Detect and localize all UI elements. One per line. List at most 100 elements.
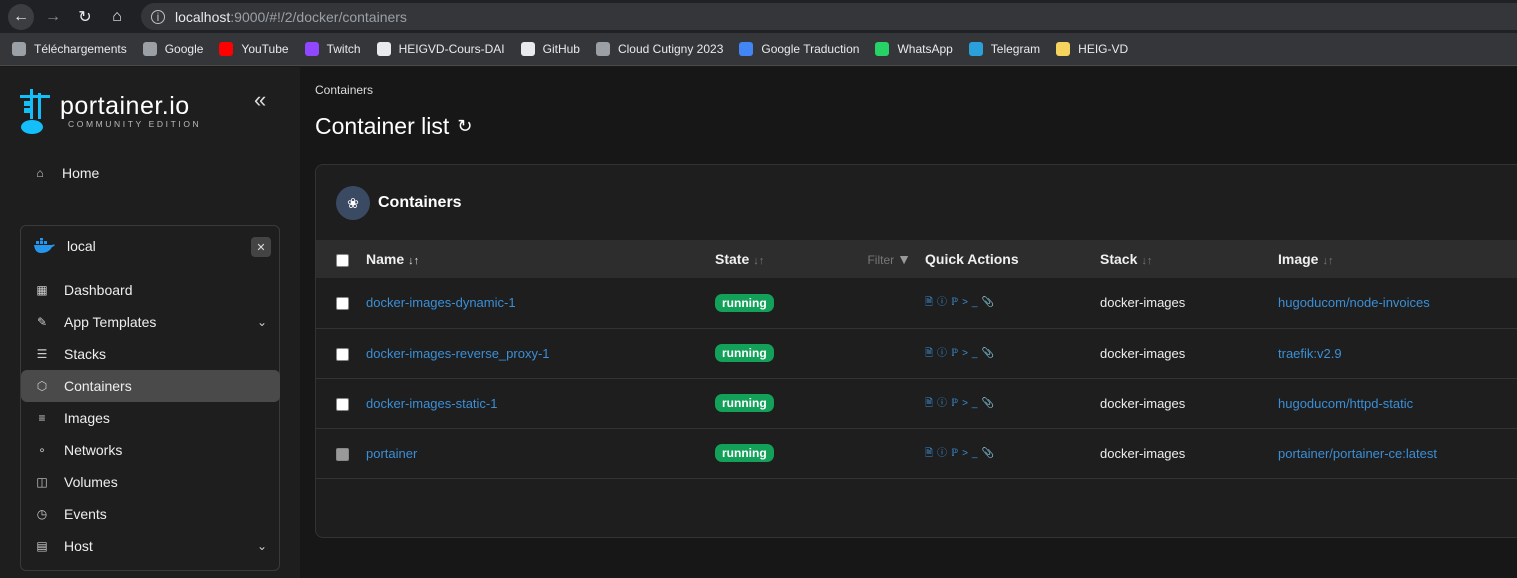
panel-title: Containers [378,194,462,211]
image-link[interactable]: portainer/portainer-ce:latest [1278,446,1437,461]
console-icon[interactable]: >_ [962,297,981,308]
stack-name: docker-images [1100,445,1186,461]
sidebar-item-networks[interactable]: ∘ Networks [21,434,281,466]
console-icon[interactable]: >_ [962,448,981,459]
stats-icon[interactable]: ℙ [951,348,962,359]
stats-icon[interactable]: ℙ [951,398,962,409]
filter-icon: ▼ [897,251,911,267]
table-row: docker-images-dynamic-1 running 🗎ⓘℙ>_📎 dock… [316,278,1517,329]
bookmark-item[interactable]: HEIGVD-Cours-DAI [376,42,505,56]
column-name[interactable]: Name ↓↑ [366,240,715,278]
home-icon[interactable]: ⌂ [104,4,130,30]
environment-header: local [33,238,96,254]
bookmark-item[interactable]: GitHub [520,42,580,56]
sidebar-item-images[interactable]: ≡ Images [21,402,281,434]
container-name-link[interactable]: portainer [366,446,417,461]
bookmark-label: HEIG-VD [1078,42,1129,56]
translate-icon [739,42,754,56]
sidebar-item-dashboard[interactable]: ▦ Dashboard [21,274,281,306]
chevron-down-icon[interactable]: ⌄ [257,315,267,329]
bookmark-label: GitHub [542,42,580,56]
quick-actions: 🗎ⓘℙ>_📎 [925,398,998,409]
telegram-icon [968,42,983,56]
stats-icon[interactable]: ℙ [951,448,962,459]
reload-icon[interactable]: ↻ [72,4,98,30]
console-icon[interactable]: >_ [962,398,981,409]
chevron-down-icon[interactable]: ⌄ [257,539,267,553]
stats-icon[interactable]: ℙ [951,297,962,308]
forward-icon[interactable]: → [40,4,66,30]
attach-icon[interactable]: 📎 [981,297,997,308]
environment-panel: local ✕ ▦ Dashboard ✎ App Templates ⌄ ☰ Stacks… [20,225,280,571]
image-link[interactable]: hugoducom/node-invoices [1278,295,1430,310]
bookmark-item[interactable]: Cloud Cutigny 2023 [595,42,723,56]
box-icon: ⬡ [36,379,48,393]
inspect-icon[interactable]: ⓘ [937,348,951,359]
bookmark-item[interactable]: Twitch [304,42,361,56]
whatsapp-icon [875,42,890,56]
browser-toolbar: ← → ↻ ⌂ i localhost:9000/#!/2/docker/con… [0,0,1517,33]
sidebar-item-volumes[interactable]: ◫ Volumes [21,466,281,498]
attach-icon[interactable]: 📎 [981,448,997,459]
url-host: localhost [175,8,231,25]
status-badge: running [715,444,774,462]
sidebar-item-containers[interactable]: ⬡ Containers [21,370,280,402]
sort-icon: ↓↑ [753,255,765,267]
logs-icon[interactable]: 🗎 [925,448,937,459]
inspect-icon[interactable]: ⓘ [937,297,951,308]
containers-panel: ❀ Containers Name ↓↑ State ↓↑ Filter ▼ Quic… [315,164,1517,538]
attach-icon[interactable]: 📎 [981,348,997,359]
sidebar-item-home[interactable]: ⌂ Home [32,165,99,181]
bookmark-label: Twitch [326,42,361,56]
bookmark-item[interactable]: Téléchargements [12,42,127,56]
inspect-icon[interactable]: ⓘ [937,398,951,409]
back-icon[interactable]: ← [8,3,34,30]
portainer-logo-icon [20,89,50,134]
address-bar[interactable]: i localhost:9000/#!/2/docker/containers [141,3,1517,30]
attach-icon[interactable]: 📎 [981,398,997,409]
bookmark-item[interactable]: HEIG-VD [1056,42,1128,56]
sidebar-item-events[interactable]: ◷ Events [21,498,281,530]
sidebar-item-label: Images [64,410,110,426]
bookmark-item[interactable]: Google Traduction [739,42,859,56]
console-icon[interactable]: >_ [962,348,981,359]
column-stack[interactable]: Stack ↓↑ [1100,240,1278,278]
row-checkbox[interactable] [336,347,349,361]
image-link[interactable]: hugoducom/httpd-static [1278,396,1413,411]
row-checkbox[interactable] [336,297,349,311]
table-row: docker-images-static-1 running 🗎ⓘℙ>_📎 docke… [316,378,1517,429]
breadcrumb[interactable]: Containers [315,83,373,97]
container-name-link[interactable]: docker-images-reverse_proxy-1 [366,346,550,361]
container-name-link[interactable]: docker-images-dynamic-1 [366,295,516,310]
sidebar-item-host[interactable]: ▤ Host ⌄ [21,530,281,562]
inspect-icon[interactable]: ⓘ [937,448,951,459]
container-name-link[interactable]: docker-images-static-1 [366,396,498,411]
bookmark-item[interactable]: YouTube [219,42,289,56]
close-environment-button[interactable]: ✕ [251,237,271,257]
bookmark-item[interactable]: Google [142,42,203,56]
portainer-logo[interactable]: portainer.io COMMUNITY EDITION [18,87,201,135]
logs-icon[interactable]: 🗎 [925,398,937,409]
page-title-text: Container list [315,113,450,139]
select-all-checkbox[interactable] [336,253,349,267]
row-checkbox[interactable] [336,397,349,411]
logs-icon[interactable]: 🗎 [925,348,937,359]
sidebar-item-app-templates[interactable]: ✎ App Templates ⌄ [21,306,281,338]
state-filter[interactable]: Filter ▼ [855,240,925,278]
stack-name: docker-images [1100,295,1186,311]
main-content: Containers Container list ↻ ❀ Containers… [300,67,1517,578]
sidebar-item-stacks[interactable]: ☰ Stacks [21,338,281,370]
column-image[interactable]: Image ↓↑ [1278,240,1517,278]
image-link[interactable]: traefik:v2.9 [1278,346,1342,361]
collapse-sidebar-icon[interactable]: « [254,87,266,113]
logs-icon[interactable]: 🗎 [925,297,937,308]
bookmark-item[interactable]: WhatsApp [875,42,953,56]
info-icon[interactable]: i [151,9,165,24]
bookmark-item[interactable]: Telegram [968,42,1040,56]
dashboard-icon: ▦ [36,283,48,297]
quick-actions: 🗎ⓘℙ>_📎 [925,297,998,308]
refresh-icon[interactable]: ↻ [457,116,472,137]
edit-icon: ✎ [36,315,48,329]
column-state[interactable]: State ↓↑ [715,240,855,278]
github-icon [520,42,535,56]
